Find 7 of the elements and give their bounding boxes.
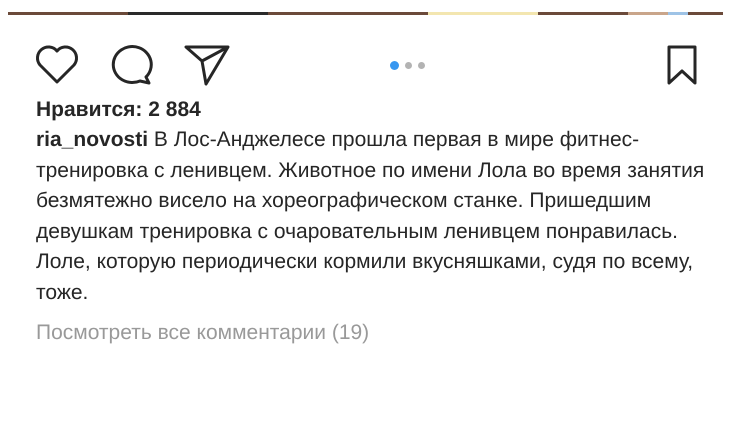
- bookmark-icon[interactable]: [667, 45, 697, 85]
- likes-count[interactable]: Нравится: 2 884: [36, 95, 201, 125]
- caption: ria_novosti В Лос-Анджелесе прошла первая в мире фитнес-тренировка с ленивцем. Животное по имени Лола во время занятия безмятежно висело на хореографическом станке. Пришедшим девушкам тренировка с очаровательным ленивцем понравилась. Лоле, которую периодически кормили вкусняшками, судя по всему, тоже.: [36, 127, 706, 306]
- like-icon[interactable]: [34, 45, 80, 85]
- send-icon[interactable]: [184, 44, 230, 86]
- username-link[interactable]: ria_novosti: [36, 128, 148, 151]
- comment-icon[interactable]: [110, 44, 154, 86]
